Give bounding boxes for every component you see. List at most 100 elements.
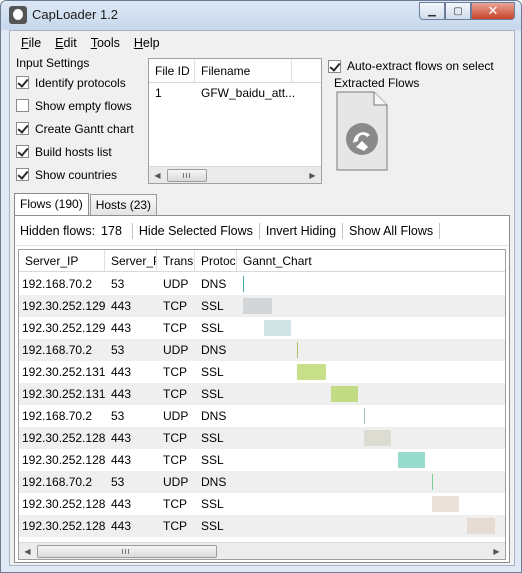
scroll-right-icon[interactable]: ▶ (488, 543, 505, 559)
input-settings-group: Identify protocols Show empty flows Create… (14, 71, 146, 186)
minimize-button[interactable]: ▁ (419, 2, 445, 20)
scrollbar-thumb[interactable] (37, 545, 217, 558)
menu-help[interactable]: Help (127, 36, 167, 50)
hidden-flows-count: 178 (101, 223, 122, 238)
file-list[interactable]: File ID Filename 1 GFW_baidu_att... ◀ ▶ (148, 58, 322, 184)
server-ip-cell: 192.30.252.129 (22, 321, 106, 335)
column-header-file-id[interactable]: File ID (149, 59, 195, 82)
server-port-cell: 443 (111, 299, 132, 313)
flows-panel: Hidden flows: 178 Hide Selected Flows In… (14, 215, 510, 563)
flow-row[interactable]: 192.30.252.128 443 TCP SSL (19, 427, 505, 449)
setting-label: Build hosts list (35, 144, 112, 159)
flow-row[interactable]: 192.30.252.131 443 TCP SSL (19, 361, 505, 383)
server-port-cell: 443 (111, 497, 132, 511)
column-header-gantt-chart[interactable]: Gannt_Chart (237, 250, 503, 271)
maximize-button[interactable]: ▢ (445, 2, 471, 20)
column-header-filename[interactable]: Filename (195, 59, 292, 82)
transport-cell: UDP (163, 277, 189, 291)
window-title: CapLoader 1.2 (32, 7, 119, 22)
transport-cell: TCP (163, 321, 187, 335)
window-controls: ▁ ▢ ✕ (419, 2, 515, 20)
setting-checkbox[interactable] (16, 99, 29, 112)
app-icon (9, 6, 27, 24)
server-port-cell: 443 (111, 519, 132, 533)
flow-row[interactable]: 192.168.70.2 53 UDP DNS (19, 471, 505, 493)
server-port-cell: 53 (111, 277, 125, 291)
tab-flows[interactable]: Flows (190) (14, 193, 89, 215)
toolbar-separator (439, 222, 441, 239)
server-ip-cell: 192.168.70.2 (22, 343, 93, 357)
tab-hosts[interactable]: Hosts (23) (89, 194, 158, 215)
server-port-cell: 53 (111, 409, 125, 423)
flow-row[interactable]: 192.30.252.128 443 TCP SSL (19, 493, 505, 515)
transport-cell: TCP (163, 453, 187, 467)
file-list-horizontal-scrollbar[interactable]: ◀ ▶ (149, 166, 321, 183)
transport-cell: TCP (163, 497, 187, 511)
menu-tools[interactable]: Tools (84, 36, 127, 50)
flows-horizontal-scrollbar[interactable]: ◀ ▶ (19, 542, 505, 559)
hide-selected-flows-button[interactable]: Hide Selected Flows (137, 224, 255, 238)
flow-row[interactable]: 192.30.252.129 443 TCP SSL (19, 317, 505, 339)
scroll-left-icon[interactable]: ◀ (19, 543, 36, 559)
gantt-bar (431, 474, 433, 490)
title-bar[interactable]: CapLoader 1.2 ▁ ▢ ✕ (1, 1, 521, 30)
setting-option[interactable]: Identify protocols (14, 71, 146, 94)
protocol-cell: SSL (201, 519, 224, 533)
flows-grid[interactable]: Server_IP Server_P Transp Protoco Gannt_… (18, 249, 506, 560)
invert-hiding-button[interactable]: Invert Hiding (264, 224, 338, 238)
setting-option[interactable]: Show empty flows (14, 94, 146, 117)
setting-checkbox[interactable] (16, 145, 29, 158)
gantt-bar (431, 496, 460, 512)
server-ip-cell: 192.30.252.128 (22, 431, 106, 445)
setting-checkbox[interactable] (16, 168, 29, 181)
flow-row[interactable]: 192.30.252.129 443 TCP SSL (19, 295, 505, 317)
setting-option[interactable]: Show countries (14, 163, 146, 186)
server-port-cell: 443 (111, 453, 132, 467)
flow-row[interactable]: 192.30.252.131 443 TCP SSL (19, 383, 505, 405)
server-ip-cell: 192.168.70.2 (22, 277, 93, 291)
column-header-server-port[interactable]: Server_P (105, 250, 157, 271)
setting-option[interactable]: Create Gantt chart (14, 117, 146, 140)
setting-label: Identify protocols (35, 75, 126, 90)
extracted-flows-label: Extracted Flows (334, 76, 420, 90)
menu-file[interactable]: File (14, 36, 48, 50)
show-all-flows-button[interactable]: Show All Flows (347, 224, 435, 238)
setting-option[interactable]: Build hosts list (14, 140, 146, 163)
gantt-bar (363, 408, 365, 424)
protocol-cell: DNS (201, 409, 227, 423)
flow-row[interactable]: 192.168.70.2 53 UDP DNS (19, 339, 505, 361)
column-header-transport[interactable]: Transp (157, 250, 195, 271)
menu-bar: File Edit Tools Help (10, 31, 514, 55)
flows-grid-header: Server_IP Server_P Transp Protoco Gannt_… (19, 250, 505, 272)
setting-checkbox[interactable] (16, 122, 29, 135)
flow-row[interactable]: 192.168.70.2 53 UDP DNS (19, 273, 505, 295)
menu-edit[interactable]: Edit (48, 36, 84, 50)
server-ip-cell: 192.30.252.131 (22, 387, 106, 401)
column-header-server-ip[interactable]: Server_IP (19, 250, 105, 271)
protocol-cell: SSL (201, 299, 224, 313)
gantt-bar (296, 364, 326, 380)
flow-row[interactable]: 192.30.252.128 443 TCP SSL (19, 449, 505, 471)
transport-cell: TCP (163, 299, 187, 313)
close-icon: ✕ (487, 3, 499, 18)
pcap-file-icon[interactable] (336, 91, 388, 171)
column-header-protocol[interactable]: Protoco (195, 250, 237, 271)
scroll-right-icon[interactable]: ▶ (304, 167, 321, 184)
file-list-header: File ID Filename (149, 59, 321, 83)
close-button[interactable]: ✕ (471, 2, 515, 20)
transport-cell: UDP (163, 343, 189, 357)
scroll-left-icon[interactable]: ◀ (149, 167, 166, 184)
auto-extract-checkbox[interactable] (328, 59, 341, 73)
gantt-bar (330, 386, 359, 402)
protocol-cell: SSL (201, 365, 224, 379)
transport-cell: TCP (163, 519, 187, 533)
flow-row[interactable]: 192.30.252.128 443 TCP SSL (19, 515, 505, 537)
gantt-bar (397, 452, 426, 468)
auto-extract-option[interactable]: Auto-extract flows on select (326, 58, 494, 74)
transport-cell: TCP (163, 431, 187, 445)
scrollbar-thumb[interactable] (167, 169, 207, 182)
setting-checkbox[interactable] (16, 76, 29, 89)
file-list-row[interactable]: 1 GFW_baidu_att... (149, 83, 321, 103)
flow-row[interactable]: 192.168.70.2 53 UDP DNS (19, 405, 505, 427)
auto-extract-label: Auto-extract flows on select (347, 59, 494, 73)
